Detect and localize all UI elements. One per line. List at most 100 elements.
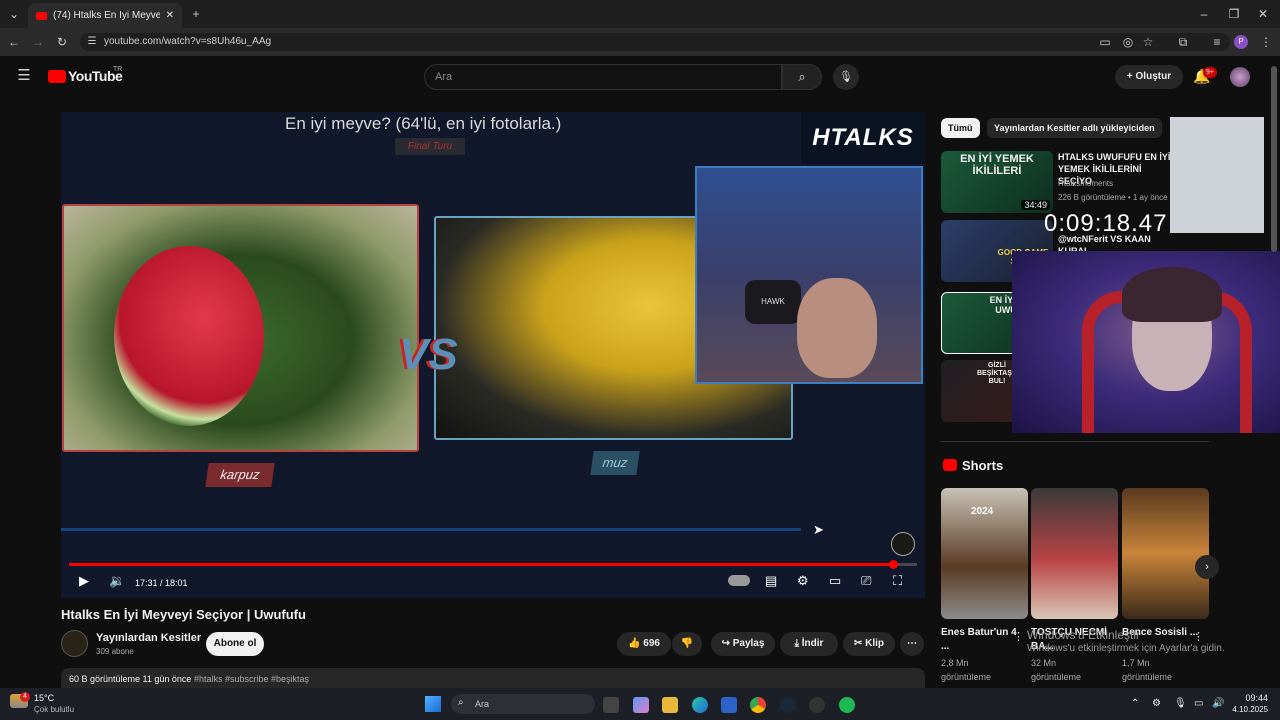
like-button[interactable]: 👍 696 — [617, 632, 671, 656]
chip-channel[interactable]: Yayınlardan Kesitler adlı yükleyiciden — [987, 118, 1162, 138]
dislike-button[interactable]: 👎 — [672, 632, 702, 656]
clip-button[interactable]: ✂ Klip — [843, 632, 895, 656]
new-tab-icon[interactable]: + — [188, 7, 204, 21]
store-icon[interactable] — [721, 697, 737, 713]
browser-menu-icon[interactable]: ⋮ — [1258, 35, 1274, 49]
close-window-icon[interactable]: ✕ — [1255, 7, 1271, 21]
description-box[interactable]: 60 B görüntüleme 11 gün önce #htalks #su… — [61, 668, 925, 690]
progress-bar[interactable] — [69, 563, 917, 566]
hamburger-menu-icon[interactable]: ☰ — [16, 68, 32, 83]
settings-gear-icon[interactable]: ⚙ — [797, 574, 809, 588]
hashtags[interactable]: #htalks #subscribe #beşiktaş — [194, 674, 309, 684]
file-explorer-icon[interactable] — [662, 697, 678, 713]
watermelon-image — [62, 204, 419, 452]
share-button[interactable]: ↪ Paylaş — [711, 632, 775, 656]
short-views-2: 32 Mn — [1031, 658, 1057, 668]
back-icon[interactable]: ← — [6, 35, 22, 49]
close-tab-icon[interactable]: ✕ — [166, 10, 174, 21]
edge-icon[interactable] — [692, 697, 708, 713]
short-thumbnail-3[interactable] — [1122, 488, 1209, 619]
restore-icon[interactable]: ❐ — [1226, 7, 1242, 21]
rec-thumbnail-1[interactable]: EN İYİ YEMEK İKİLİLERİ 34:49 — [941, 151, 1053, 213]
channel-name[interactable]: Yayınlardan Kesitler — [96, 632, 201, 644]
youtube-logo-icon[interactable] — [48, 70, 66, 83]
site-info-icon[interactable]: ☰ — [84, 35, 100, 49]
app-icon[interactable] — [809, 697, 825, 713]
volume-icon[interactable]: 🔉 — [109, 574, 125, 588]
short-views-unit-3: görüntüleme — [1122, 672, 1173, 682]
rec-thumb-text: EN İYİ YEMEK İKİLİLERİ — [960, 153, 1034, 177]
clip-label: Klip — [865, 638, 885, 649]
short-badge: 2024 — [971, 506, 994, 517]
versus-graphic: VS — [399, 330, 458, 379]
download-button[interactable]: ⤓ İndir — [780, 632, 838, 656]
cast-video-icon[interactable]: ⎚ — [861, 574, 871, 588]
scrubber-handle[interactable] — [889, 560, 899, 569]
fullscreen-icon[interactable]: ⛶ — [893, 574, 902, 588]
bookmark-star-icon[interactable]: ☆ — [1140, 35, 1156, 49]
video-title: Htalks En İyi Meyveyi Seçiyor | Uwufufu — [61, 607, 306, 622]
task-view-icon[interactable] — [603, 697, 619, 713]
tray-app-icon[interactable]: ⚙ — [1152, 698, 1161, 709]
taskbar-search[interactable]: Ara — [451, 694, 595, 714]
network-icon[interactable]: ▭ — [1194, 698, 1203, 709]
short-title-1[interactable]: Enes Batur'un 4 ... — [941, 626, 1021, 654]
windows-start-icon[interactable] — [425, 696, 441, 712]
eye-off-icon[interactable]: ◎ — [1120, 35, 1136, 49]
play-icon[interactable]: ▶ — [79, 574, 89, 588]
watermark-line-2: Windows'u etkinleştirmek için Ayarlar'a … — [1027, 643, 1225, 654]
channel-avatar[interactable] — [61, 630, 88, 657]
short-views-unit-2: görüntüleme — [1031, 672, 1082, 682]
more-actions-icon[interactable]: ⋯ — [900, 632, 924, 656]
tab-title: (74) Htalks En İyi Meyveyi Seçiyo — [53, 10, 160, 21]
subscribe-button[interactable]: Abone ol — [206, 632, 264, 656]
autoplay-toggle[interactable] — [728, 575, 750, 586]
browser-tab[interactable]: (74) Htalks En İyi Meyveyi Seçiyo ✕ — [28, 3, 182, 28]
minimize-icon[interactable]: – — [1196, 7, 1212, 21]
page-scrollbar[interactable] — [1271, 66, 1277, 252]
final-round-label: Final Turu — [395, 138, 465, 155]
chrome-icon[interactable] — [750, 697, 766, 713]
clock-date[interactable]: 4.10.2025 — [1226, 705, 1268, 714]
reading-list-icon[interactable]: ≡ — [1209, 35, 1225, 49]
mic-icon[interactable]: 🎙 — [833, 64, 859, 90]
streamer-webcam: HAWK — [695, 166, 923, 384]
steam-icon[interactable] — [780, 697, 796, 713]
search-input[interactable]: Ara — [424, 64, 782, 90]
theater-mode-icon[interactable]: ▭ — [829, 574, 841, 588]
url-input[interactable]: youtube.com/watch?v=s8Uh46u_AAg — [80, 33, 1230, 51]
tray-mic-icon[interactable]: 🎙 — [1174, 698, 1187, 709]
chip-all[interactable]: Tümü — [941, 118, 980, 138]
short-thumbnail-2[interactable] — [1031, 488, 1118, 619]
create-button[interactable]: + Oluştur — [1115, 65, 1183, 89]
cast-icon[interactable]: ▭ — [1097, 35, 1113, 49]
copilot-icon[interactable] — [633, 697, 649, 713]
taskbar-search-icon: ⌕ — [458, 697, 464, 708]
short-more-icon[interactable]: ⋮ — [1013, 630, 1024, 643]
extensions-icon[interactable]: ⧉ — [1175, 35, 1191, 49]
streamer-hair — [1122, 267, 1222, 322]
clock-time[interactable]: 09:44 — [1234, 693, 1268, 703]
weather-desc: Çok bulutlu — [34, 705, 75, 714]
rec-channel-1[interactable]: Htalksmoments — [1058, 179, 1113, 188]
speaker-icon[interactable]: 🔊 — [1212, 698, 1224, 709]
profile-avatar[interactable]: P — [1234, 35, 1248, 49]
subtitles-icon[interactable]: ▤ — [765, 574, 777, 588]
channel-watermark-icon[interactable] — [891, 532, 915, 556]
tab-list-icon[interactable]: ⌄ — [6, 7, 22, 21]
right-choice-label: muz — [590, 451, 640, 475]
next-arrow-icon[interactable]: › — [1195, 555, 1219, 579]
forward-icon[interactable]: → — [30, 35, 46, 49]
create-label: Oluştur — [1135, 71, 1172, 82]
search-button[interactable]: ⌕ — [782, 64, 822, 90]
spotify-icon[interactable] — [839, 697, 855, 713]
rec-duration: 34:49 — [1021, 200, 1050, 210]
shorts-icon — [943, 459, 957, 471]
reload-icon[interactable]: ↻ — [54, 35, 70, 49]
video-player[interactable]: En iyi meyve? (64'lü, en iyi fotolarla.)… — [61, 112, 925, 598]
short-thumbnail-1[interactable]: 2024 — [941, 488, 1028, 619]
tray-chevron-icon[interactable]: ⌃ — [1131, 698, 1139, 709]
like-count: 696 — [643, 638, 660, 649]
account-avatar[interactable] — [1230, 67, 1250, 87]
rec-meta-1: 226 B görüntüleme • 1 ay önce — [1058, 193, 1168, 202]
